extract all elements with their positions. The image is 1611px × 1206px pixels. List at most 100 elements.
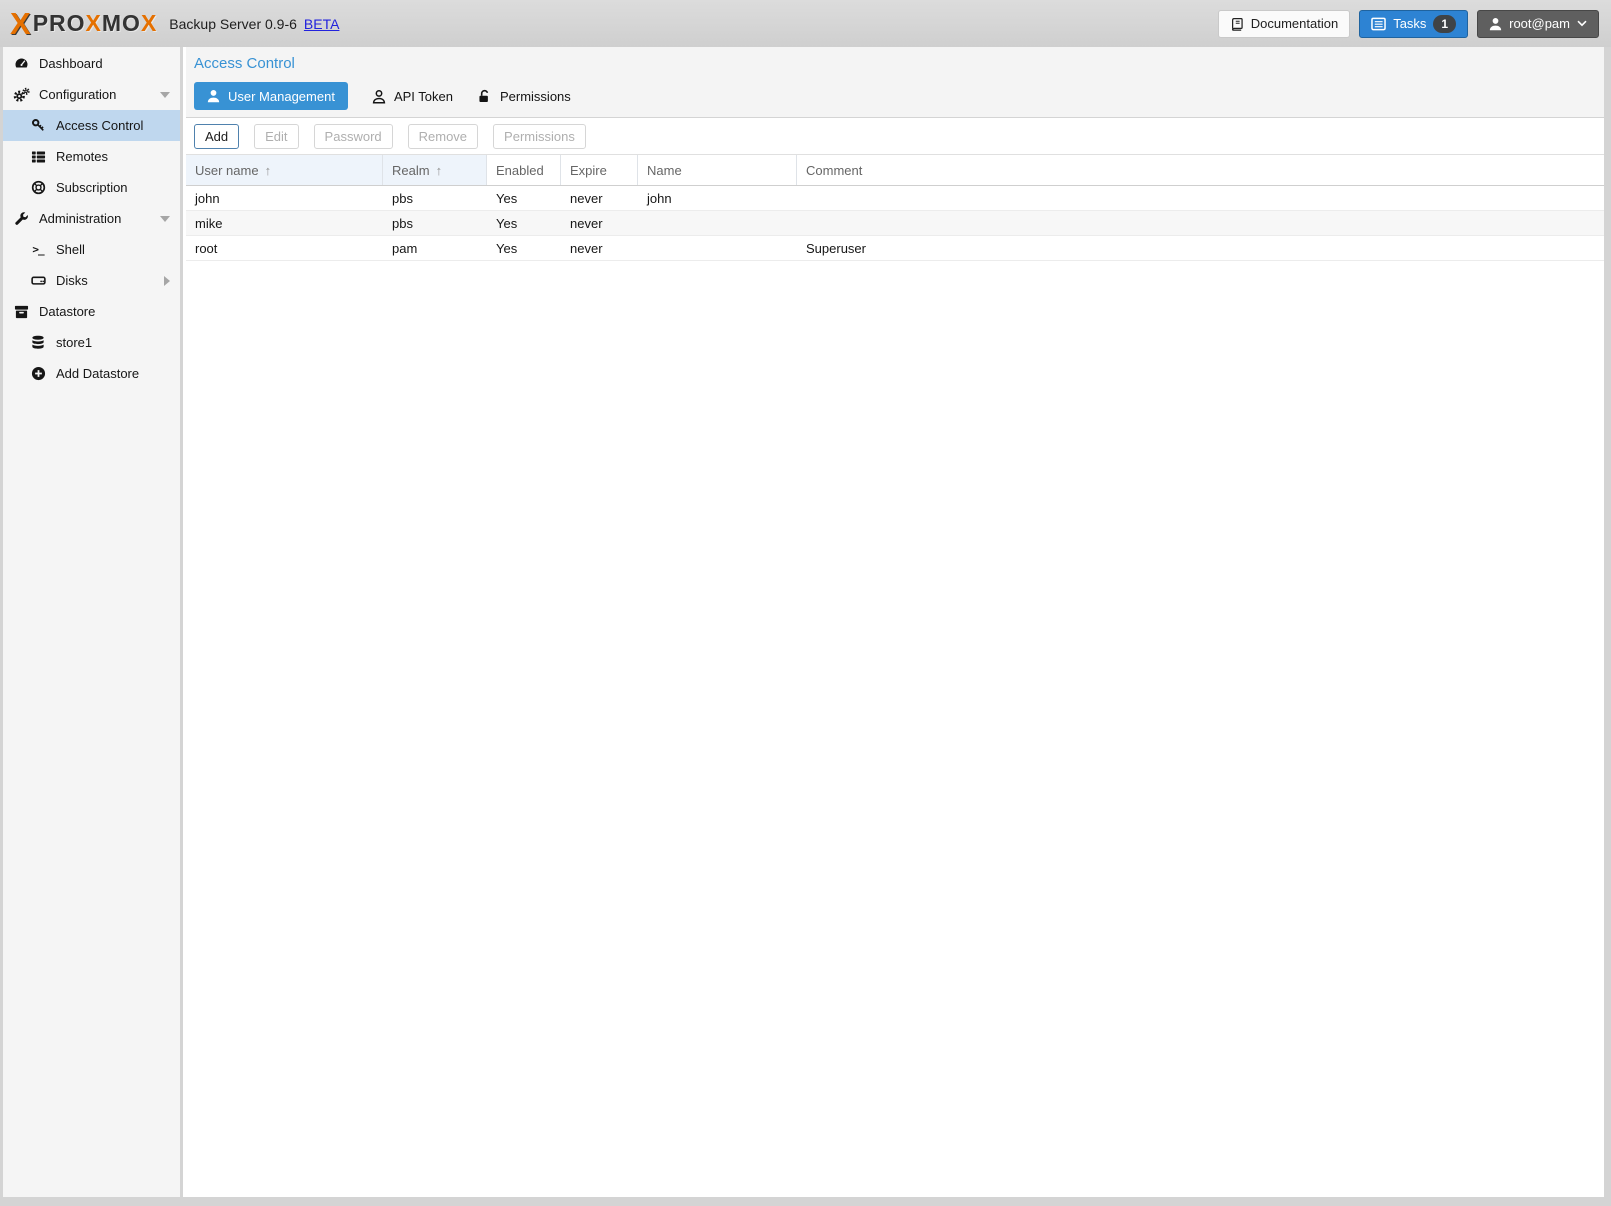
- top-bar: X PROXMOX Backup Server 0.9-6 BETA Docum…: [0, 0, 1611, 47]
- tasks-count-badge: 1: [1433, 15, 1456, 33]
- add-button[interactable]: Add: [194, 124, 239, 149]
- wrench-icon: [12, 211, 30, 226]
- top-bar-actions: Documentation Tasks 1 root@pam: [1218, 10, 1599, 38]
- cell-expire: never: [561, 241, 638, 256]
- caret-down-icon: [160, 216, 170, 222]
- documentation-button[interactable]: Documentation: [1218, 10, 1350, 38]
- sidebar-item-label: Configuration: [39, 87, 116, 102]
- caret-right-icon: [164, 276, 170, 286]
- product-title: Backup Server 0.9-6: [169, 16, 297, 32]
- sidebar-item-configuration[interactable]: Configuration: [3, 79, 180, 110]
- sidebar-item-label: store1: [56, 335, 92, 350]
- column-header-realm[interactable]: Realm ↑: [383, 155, 487, 185]
- remove-button[interactable]: Remove: [408, 124, 478, 149]
- cell-expire: never: [561, 191, 638, 206]
- sidebar-item-store1[interactable]: store1: [3, 327, 180, 358]
- user-menu-button[interactable]: root@pam: [1477, 10, 1599, 38]
- documentation-label: Documentation: [1251, 16, 1338, 31]
- table-row[interactable]: john pbs Yes never john: [186, 186, 1604, 211]
- sidebar-item-label: Administration: [39, 211, 121, 226]
- cell-realm: pbs: [383, 191, 487, 206]
- life-ring-icon: [29, 180, 47, 195]
- tasks-label: Tasks: [1393, 16, 1426, 31]
- sidebar-item-label: Shell: [56, 242, 85, 257]
- window-edge-left: [0, 47, 3, 1197]
- tachometer-icon: [12, 56, 30, 71]
- column-header-username[interactable]: User name ↑: [186, 155, 383, 185]
- window-edge-right: [1604, 47, 1611, 1197]
- proxmox-logo[interactable]: X PROXMOX: [10, 8, 157, 39]
- cell-comment: Superuser: [797, 241, 1604, 256]
- cell-username: root: [186, 241, 383, 256]
- table-row[interactable]: root pam Yes never Superuser: [186, 236, 1604, 261]
- table-row[interactable]: mike pbs Yes never: [186, 211, 1604, 236]
- cell-expire: never: [561, 216, 638, 231]
- cell-realm: pbs: [383, 216, 487, 231]
- sidebar-item-remotes[interactable]: Remotes: [3, 141, 180, 172]
- column-header-name[interactable]: Name: [638, 155, 797, 185]
- caret-down-icon: [160, 92, 170, 98]
- sidebar-item-administration[interactable]: Administration: [3, 203, 180, 234]
- sort-asc-icon: ↑: [436, 163, 443, 178]
- cell-username: john: [186, 191, 383, 206]
- plus-circle-icon: [29, 366, 47, 381]
- page-title: Access Control: [194, 55, 1604, 73]
- tab-user-management[interactable]: User Management: [194, 82, 348, 110]
- users-table: User name ↑ Realm ↑ Enabled Expire Name …: [186, 154, 1604, 261]
- tab-label: API Token: [394, 89, 453, 104]
- main-panel: Access Control User Management API Token…: [186, 47, 1604, 1197]
- book-icon: [1230, 17, 1244, 31]
- proxmox-x-mark-icon: X: [10, 8, 31, 39]
- edit-button[interactable]: Edit: [254, 124, 298, 149]
- chevron-down-icon: [1577, 20, 1587, 27]
- tasks-button[interactable]: Tasks 1: [1359, 10, 1468, 38]
- cell-username: mike: [186, 216, 383, 231]
- sidebar-item-label: Disks: [56, 273, 88, 288]
- sidebar-item-access-control[interactable]: Access Control: [3, 110, 180, 141]
- sidebar-item-label: Access Control: [56, 118, 143, 133]
- tab-permissions[interactable]: Permissions: [477, 89, 571, 104]
- sidebar-item-shell[interactable]: >_ Shell: [3, 234, 180, 265]
- cell-enabled: Yes: [487, 216, 561, 231]
- hard-disk-icon: [29, 273, 47, 288]
- sidebar-item-label: Dashboard: [39, 56, 103, 71]
- user-solid-icon: [207, 89, 220, 103]
- sidebar-item-label: Add Datastore: [56, 366, 139, 381]
- sidebar-item-add-datastore[interactable]: Add Datastore: [3, 358, 180, 389]
- table-header-row: User name ↑ Realm ↑ Enabled Expire Name …: [186, 155, 1604, 186]
- tab-api-token[interactable]: API Token: [372, 89, 453, 104]
- terminal-icon: >_: [29, 243, 47, 256]
- sidebar-item-subscription[interactable]: Subscription: [3, 172, 180, 203]
- sidebar-item-datastore[interactable]: Datastore: [3, 296, 180, 327]
- cell-realm: pam: [383, 241, 487, 256]
- tab-label: Permissions: [500, 89, 571, 104]
- archive-box-icon: [12, 305, 30, 319]
- password-button[interactable]: Password: [314, 124, 393, 149]
- task-list-icon: [1371, 17, 1386, 31]
- grid-toolbar: Add Edit Password Remove Permissions: [186, 118, 1604, 154]
- user-outline-icon: [372, 89, 386, 104]
- sidebar-item-dashboard[interactable]: Dashboard: [3, 48, 180, 79]
- permissions-button[interactable]: Permissions: [493, 124, 586, 149]
- beta-link[interactable]: BETA: [304, 16, 340, 32]
- sidebar-item-label: Datastore: [39, 304, 95, 319]
- user-icon: [1489, 17, 1502, 31]
- sidebar-item-label: Remotes: [56, 149, 108, 164]
- proxmox-wordmark: PROXMOX: [33, 10, 158, 37]
- tab-label: User Management: [228, 89, 335, 104]
- sort-asc-icon: ↑: [265, 163, 272, 178]
- user-menu-label: root@pam: [1509, 16, 1570, 31]
- column-header-enabled[interactable]: Enabled: [487, 155, 561, 185]
- window-edge-bottom: [0, 1197, 1611, 1206]
- panel-header: Access Control User Management API Token…: [186, 47, 1604, 118]
- tab-bar: User Management API Token Permissions: [194, 82, 1604, 110]
- column-header-comment[interactable]: Comment: [797, 155, 1604, 185]
- column-header-expire[interactable]: Expire: [561, 155, 638, 185]
- cell-enabled: Yes: [487, 191, 561, 206]
- key-icon: [29, 118, 47, 133]
- cell-enabled: Yes: [487, 241, 561, 256]
- database-icon: [29, 335, 47, 350]
- unlock-icon: [477, 89, 492, 104]
- sidebar-item-disks[interactable]: Disks: [3, 265, 180, 296]
- cell-name: john: [638, 191, 797, 206]
